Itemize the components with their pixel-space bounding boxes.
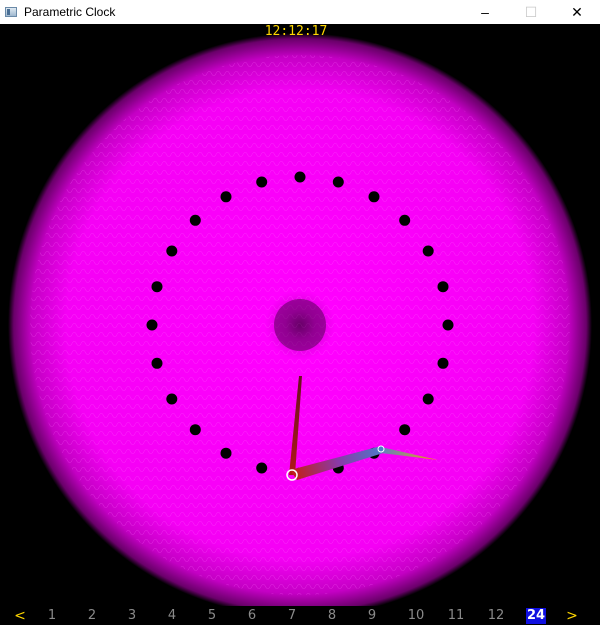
hour-dot xyxy=(189,424,201,436)
minimize-button[interactable]: – xyxy=(462,0,508,24)
page-button-7[interactable]: 7 xyxy=(281,608,303,624)
center-shadow xyxy=(274,299,326,351)
page-button-2[interactable]: 2 xyxy=(81,608,103,624)
page-button-3[interactable]: 3 xyxy=(121,608,143,624)
hour-dot xyxy=(220,191,232,203)
hour-dot xyxy=(189,214,201,226)
hour-dot xyxy=(368,191,380,203)
app-icon xyxy=(5,7,17,17)
page-button-5[interactable]: 5 xyxy=(201,608,223,624)
maximize-button[interactable]: ☐ xyxy=(508,0,554,24)
hour-dot xyxy=(437,281,449,293)
page-button-8[interactable]: 8 xyxy=(321,608,343,624)
hour-dot xyxy=(294,171,306,183)
hour-dot xyxy=(332,176,344,188)
hour-dot xyxy=(151,357,163,369)
page-button-12[interactable]: 12 xyxy=(485,608,507,624)
hour-dot xyxy=(437,357,449,369)
close-button[interactable]: ✕ xyxy=(554,0,600,24)
hour-dot xyxy=(256,462,268,474)
window-title: Parametric Clock xyxy=(24,5,116,19)
minute-tip-marker xyxy=(377,445,385,453)
hour-dot xyxy=(166,393,178,405)
page-button-9[interactable]: 9 xyxy=(361,608,383,624)
hour-dot xyxy=(166,245,178,257)
hour-dot xyxy=(146,319,158,331)
page-button-1[interactable]: 1 xyxy=(41,608,63,624)
page-button-11[interactable]: 11 xyxy=(445,608,467,624)
page-button-24[interactable]: 24 xyxy=(526,608,546,624)
page-button-6[interactable]: 6 xyxy=(241,608,263,624)
page-button-10[interactable]: 10 xyxy=(405,608,427,624)
page-selector: < 1 2 3 4 5 6 7 8 9 10 11 12 24 > xyxy=(0,606,600,625)
hour-dot xyxy=(399,214,411,226)
hour-dot xyxy=(151,281,163,293)
hour-dot xyxy=(399,424,411,436)
hour-dot xyxy=(422,393,434,405)
hour-dot xyxy=(220,447,232,459)
prev-arrow[interactable]: < xyxy=(9,608,31,624)
hour-dot xyxy=(422,245,434,257)
title-bar[interactable]: Parametric Clock – ☐ ✕ xyxy=(0,0,600,24)
clock-canvas xyxy=(8,33,592,606)
time-readout: 12:12:17 xyxy=(264,24,328,39)
hour-dot xyxy=(256,176,268,188)
page-button-4[interactable]: 4 xyxy=(161,608,183,624)
hour-dot xyxy=(442,319,454,331)
next-arrow[interactable]: > xyxy=(561,608,583,624)
